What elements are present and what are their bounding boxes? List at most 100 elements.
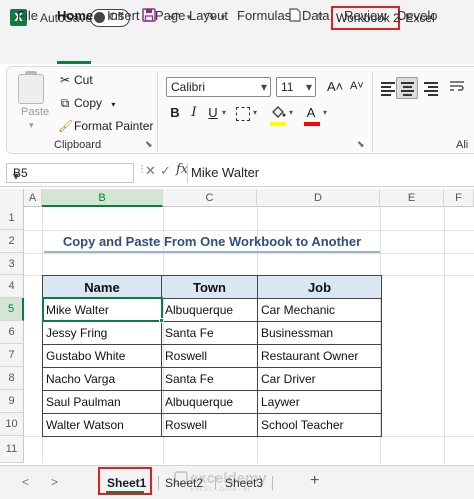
- fill-color-icon[interactable]: [270, 105, 286, 123]
- tab-developer[interactable]: Develo: [397, 8, 437, 23]
- name-box[interactable]: B5 ▾: [6, 163, 134, 183]
- table-header-cell[interactable]: Name: [42, 275, 162, 299]
- table-cell[interactable]: Albuquerque: [161, 298, 258, 322]
- ribbon-separator: [157, 72, 158, 152]
- align-center-icon[interactable]: [396, 77, 418, 99]
- fill-handle[interactable]: [159, 318, 164, 323]
- tab-page-layout[interactable]: Page Layout: [155, 8, 228, 23]
- row-header-9[interactable]: 9: [0, 390, 24, 413]
- column-header-d[interactable]: D: [257, 189, 380, 207]
- font-color-swatch: [304, 122, 320, 126]
- clipboard-launcher-icon[interactable]: ⬊: [145, 139, 153, 150]
- tab-formulas[interactable]: Formulas: [237, 8, 291, 23]
- paste-button-label[interactable]: Paste: [21, 106, 49, 118]
- table-cell[interactable]: Santa Fe: [161, 321, 258, 345]
- table-cell[interactable]: Saul Paulman: [42, 390, 162, 414]
- row-header-1[interactable]: 1: [0, 207, 24, 230]
- formula-input[interactable]: Mike Walter: [191, 165, 259, 180]
- gridline: [444, 207, 445, 463]
- paste-dropdown-icon[interactable]: ▾: [29, 120, 34, 131]
- table-cell[interactable]: Walter Watson: [42, 413, 162, 437]
- row-header-8[interactable]: 8: [0, 367, 24, 390]
- active-cell-border: [42, 297, 163, 322]
- font-size-select[interactable]: 11 ▾: [276, 77, 316, 97]
- sheet-tab-sheet2[interactable]: Sheet2: [165, 476, 203, 490]
- row-header-4[interactable]: 4: [0, 275, 24, 298]
- table-header-cell[interactable]: Town: [161, 275, 258, 299]
- borders-dropdown-icon[interactable]: ▾: [253, 108, 257, 117]
- select-all-corner[interactable]: [0, 189, 24, 207]
- table-cell[interactable]: School Teacher: [257, 413, 382, 437]
- decrease-font-size-button[interactable]: A˅: [350, 80, 364, 92]
- column-header-a[interactable]: A: [24, 189, 42, 207]
- font-launcher-icon[interactable]: ⬊: [357, 139, 365, 150]
- bold-button[interactable]: B: [168, 105, 182, 123]
- table-row: Walter Watson Roswell School Teacher: [42, 413, 382, 437]
- table-cell[interactable]: Roswell: [161, 413, 258, 437]
- row-header-10[interactable]: 10: [0, 413, 24, 436]
- gridline: [24, 253, 474, 254]
- table-cell[interactable]: Restaurant Owner: [257, 344, 382, 368]
- underline-button[interactable]: U: [206, 105, 220, 123]
- row-header-2[interactable]: 2: [0, 230, 24, 253]
- chevron-right-icon[interactable]: >: [51, 475, 58, 489]
- table-cell[interactable]: Car Driver: [257, 367, 382, 391]
- italic-button[interactable]: I: [188, 105, 200, 123]
- column-header-f[interactable]: F: [444, 189, 474, 207]
- table-cell[interactable]: Jessy Fring: [42, 321, 162, 345]
- format-painter-button[interactable]: 🖌Format Painter: [58, 119, 153, 133]
- chevron-down-icon: ▾: [13, 169, 20, 183]
- copy-dropdown-icon[interactable]: ▾: [111, 100, 115, 109]
- column-header-e[interactable]: E: [380, 189, 444, 207]
- paste-icon[interactable]: [18, 74, 44, 104]
- column-header-b[interactable]: B: [42, 189, 163, 207]
- table-row: Gustabo White Roswell Restaurant Owner: [42, 344, 382, 368]
- format-painter-label: Format Painter: [74, 119, 154, 133]
- table-cell[interactable]: Nacho Varga: [42, 367, 162, 391]
- copy-icon: ⧉: [60, 96, 70, 110]
- table-header-row: Name Town Job: [42, 275, 382, 299]
- row-header-5[interactable]: 5: [0, 298, 24, 321]
- table-row: Nacho Varga Santa Fe Car Driver: [42, 367, 382, 391]
- borders-icon[interactable]: [236, 107, 250, 121]
- table-row: Saul Paulman Albuquerque Laywer: [42, 390, 382, 414]
- cut-button[interactable]: ✂ Cut: [58, 73, 93, 87]
- table-header-cell[interactable]: Job: [257, 275, 382, 299]
- fill-color-swatch: [270, 122, 286, 126]
- align-right-icon[interactable]: [420, 77, 442, 99]
- table-cell[interactable]: Santa Fe: [161, 367, 258, 391]
- font-color-dropdown-icon[interactable]: ▾: [323, 108, 327, 117]
- row-header-6[interactable]: 6: [0, 321, 24, 344]
- ribbon-tabs: [0, 36, 474, 64]
- chevron-down-icon: ▾: [305, 80, 312, 94]
- tab-review[interactable]: Review: [344, 8, 387, 23]
- table-cell[interactable]: Businessman: [257, 321, 382, 345]
- sheet-separator: [215, 476, 216, 490]
- wrap-text-icon[interactable]: [449, 79, 465, 95]
- cancel-icon[interactable]: ✕: [145, 163, 156, 179]
- increase-font-size-button[interactable]: A˄: [327, 79, 343, 94]
- check-icon[interactable]: ✓: [160, 163, 171, 179]
- tab-file[interactable]: File: [17, 8, 38, 23]
- underline-dropdown-icon[interactable]: ▾: [222, 108, 226, 117]
- table-cell[interactable]: Laywer: [257, 390, 382, 414]
- copy-button[interactable]: ⧉ Copy ▾: [58, 96, 116, 111]
- table-cell[interactable]: Roswell: [161, 344, 258, 368]
- row-header-7[interactable]: 7: [0, 344, 24, 367]
- font-color-icon[interactable]: A: [304, 105, 318, 123]
- table-row: Jessy Fring Santa Fe Businessman: [42, 321, 382, 345]
- row-header-3[interactable]: 3: [0, 253, 24, 275]
- row-header-11[interactable]: 11: [0, 436, 24, 463]
- table-cell[interactable]: Gustabo White: [42, 344, 162, 368]
- table-cell[interactable]: Car Mechanic: [257, 298, 382, 322]
- fill-color-dropdown-icon[interactable]: ▾: [289, 108, 293, 117]
- add-sheet-button[interactable]: +: [310, 472, 319, 490]
- table-cell[interactable]: Albuquerque: [161, 390, 258, 414]
- chevron-left-icon[interactable]: <: [22, 475, 29, 489]
- sheet-tab-sheet3[interactable]: Sheet3: [225, 476, 263, 490]
- font-name-select[interactable]: Calibri ▾: [166, 77, 271, 97]
- column-header-c[interactable]: C: [163, 189, 257, 207]
- tab-home[interactable]: Home: [57, 8, 93, 23]
- tab-insert[interactable]: Insert: [107, 8, 140, 23]
- tab-data[interactable]: Data: [302, 8, 329, 23]
